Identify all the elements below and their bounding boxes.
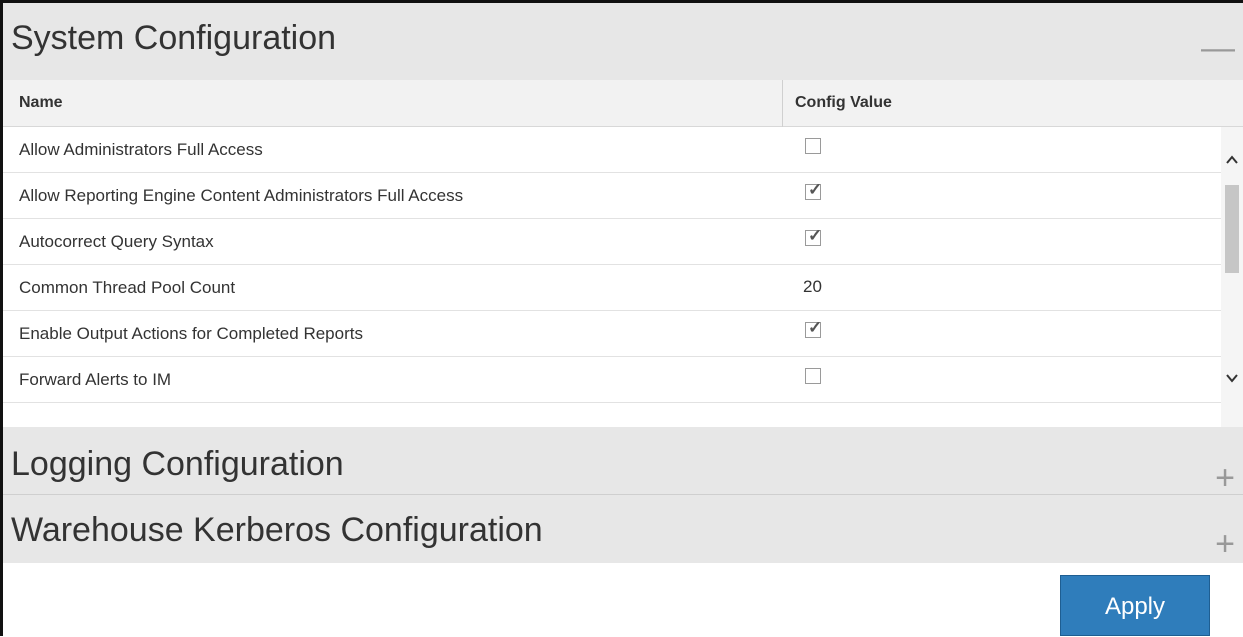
warehouse-kerberos-configuration-header[interactable]: Warehouse Kerberos Configuration + xyxy=(3,495,1243,563)
config-checkbox[interactable]: ✓ xyxy=(805,318,822,338)
checkmark-icon: ✓ xyxy=(808,318,823,337)
column-divider xyxy=(782,80,783,127)
table-header: Name Config Value xyxy=(3,80,1243,127)
row-name: Autocorrect Query Syntax xyxy=(19,232,214,251)
row-name: Allow Administrators Full Access xyxy=(19,140,263,159)
section-title: Warehouse Kerberos Configuration xyxy=(11,511,543,549)
table-scrollbar[interactable] xyxy=(1221,127,1243,427)
chevron-up-icon[interactable] xyxy=(1225,153,1239,167)
expand-icon[interactable]: + xyxy=(1215,461,1235,495)
checkmark-icon: ✓ xyxy=(808,180,823,199)
table-body: Allow Administrators Full Access Allow R… xyxy=(3,127,1221,427)
config-checkbox[interactable] xyxy=(805,138,821,154)
checkmark-icon: ✓ xyxy=(808,226,823,245)
table-row[interactable]: Allow Administrators Full Access xyxy=(3,127,1221,173)
section-title: Logging Configuration xyxy=(11,445,344,483)
apply-button[interactable]: Apply xyxy=(1060,575,1210,636)
column-header-config-value[interactable]: Config Value xyxy=(795,94,892,112)
config-value[interactable]: 20 xyxy=(803,277,822,297)
section-title: System Configuration xyxy=(11,19,337,57)
system-configuration-header[interactable]: System Configuration — xyxy=(3,3,1243,83)
table-row[interactable]: Autocorrect Query Syntax ✓ xyxy=(3,219,1221,265)
logging-configuration-header[interactable]: Logging Configuration + xyxy=(3,427,1243,495)
scroll-thumb[interactable] xyxy=(1225,185,1239,273)
column-header-name[interactable]: Name xyxy=(19,94,63,112)
expand-icon[interactable]: + xyxy=(1215,527,1235,561)
config-checkbox[interactable]: ✓ xyxy=(805,180,822,200)
collapse-icon[interactable]: — xyxy=(1201,31,1235,65)
row-name: Enable Output Actions for Completed Repo… xyxy=(19,324,363,343)
table-row[interactable]: Enable Output Actions for Completed Repo… xyxy=(3,311,1221,357)
row-name: Forward Alerts to IM xyxy=(19,370,172,389)
row-name: Allow Reporting Engine Content Administr… xyxy=(19,186,464,205)
chevron-down-icon[interactable] xyxy=(1225,371,1239,385)
table-row[interactable]: Common Thread Pool Count 20 xyxy=(3,265,1221,311)
table-row[interactable]: Forward Alerts to IM xyxy=(3,357,1221,403)
config-checkbox[interactable] xyxy=(805,368,821,384)
row-name: Common Thread Pool Count xyxy=(19,278,236,297)
config-checkbox[interactable]: ✓ xyxy=(805,226,822,246)
table-row[interactable]: Allow Reporting Engine Content Administr… xyxy=(3,173,1221,219)
